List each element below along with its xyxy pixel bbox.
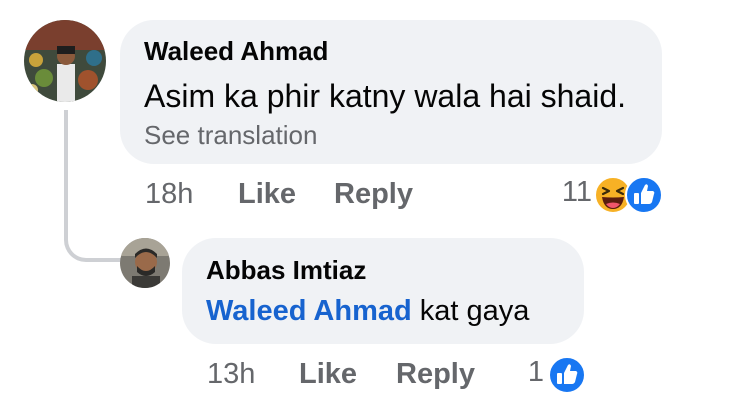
comment-text: Asim ka phir katny wala hai shaid. xyxy=(144,78,626,114)
avatar-photo xyxy=(24,20,106,102)
reply-timestamp[interactable]: 13h xyxy=(207,358,255,391)
reply-text: Waleed Ahmad kat gaya xyxy=(206,295,529,328)
reply-reaction-count[interactable]: 1 xyxy=(500,356,544,389)
reaction-count[interactable]: 11 xyxy=(520,176,592,209)
like-button[interactable]: Like xyxy=(238,178,296,211)
like-icon xyxy=(625,176,663,214)
reply-reply-button[interactable]: Reply xyxy=(396,358,475,391)
like-icon xyxy=(548,356,586,394)
comment-timestamp[interactable]: 18h xyxy=(145,178,193,211)
comment-author[interactable]: Waleed Ahmad xyxy=(144,36,328,67)
reply-button[interactable]: Reply xyxy=(334,178,413,211)
thread-connector-line xyxy=(64,110,122,262)
avatar[interactable] xyxy=(24,20,106,102)
mention-link[interactable]: Waleed Ahmad xyxy=(206,295,412,327)
reply-author[interactable]: Abbas Imtiaz xyxy=(206,255,366,286)
reply-message: kat gaya xyxy=(419,295,530,327)
see-translation-link[interactable]: See translation xyxy=(144,120,317,151)
comment-bubble: Waleed Ahmad Asim ka phir katny wala hai… xyxy=(120,20,662,164)
reply-like-button[interactable]: Like xyxy=(299,358,357,391)
reply-avatar-photo xyxy=(120,238,170,288)
reply-bubble: Abbas Imtiaz Waleed Ahmad kat gaya xyxy=(182,238,584,344)
reply-avatar[interactable] xyxy=(120,238,170,288)
